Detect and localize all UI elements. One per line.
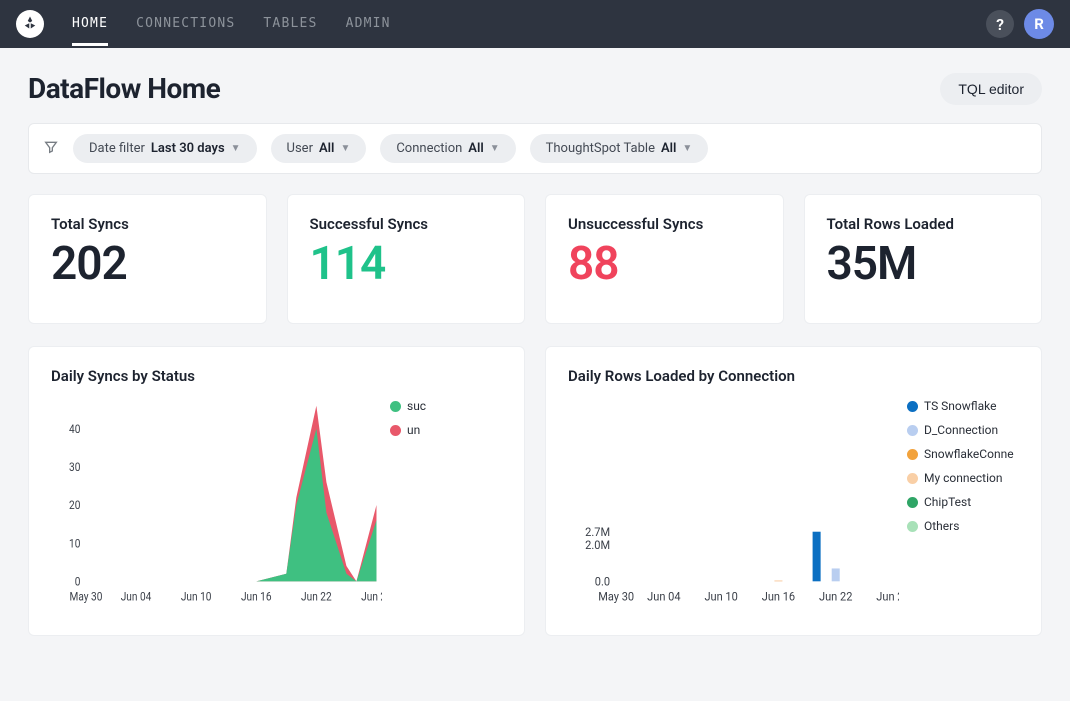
legend-dot-icon — [907, 425, 918, 436]
filter-table-value: All — [661, 141, 676, 156]
filter-table-label: ThoughtSpot Table — [546, 141, 655, 156]
legend-dot-icon — [907, 401, 918, 412]
legend-dot-icon — [390, 401, 401, 412]
nav-home[interactable]: HOME — [72, 2, 108, 46]
filter-date-label: Date filter — [89, 141, 145, 156]
legend-label: D_Connection — [924, 423, 998, 437]
legend-label: TS Snowflake — [924, 399, 996, 413]
legend-item[interactable]: My connection — [907, 471, 1019, 485]
card-value: 35M — [827, 241, 1020, 287]
card-label: Total Syncs — [51, 215, 244, 233]
card-label: Unsuccessful Syncs — [568, 215, 761, 233]
legend-label: un — [407, 423, 420, 437]
svg-text:0: 0 — [75, 575, 81, 589]
help-button[interactable]: ? — [986, 10, 1014, 38]
chart-legend: suc un — [382, 399, 502, 611]
svg-text:Jun 28: Jun 28 — [361, 590, 382, 604]
chevron-down-icon: ▼ — [231, 143, 241, 154]
chart-title: Daily Rows Loaded by Connection — [568, 367, 1019, 385]
legend-dot-icon — [907, 497, 918, 508]
nav-items: HOME CONNECTIONS TABLES ADMIN — [72, 2, 391, 46]
svg-text:0.0: 0.0 — [595, 574, 610, 588]
page-header: DataFlow Home TQL editor — [28, 72, 1042, 105]
card-successful-syncs[interactable]: Successful Syncs 114 — [287, 194, 526, 324]
legend-item[interactable]: un — [390, 423, 502, 437]
nav-admin[interactable]: ADMIN — [346, 2, 391, 46]
card-label: Successful Syncs — [310, 215, 503, 233]
svg-text:2.0M: 2.0M — [585, 538, 610, 552]
svg-text:Jun 04: Jun 04 — [647, 589, 681, 603]
legend-label: Others — [924, 519, 959, 533]
svg-text:2.7M: 2.7M — [585, 525, 610, 539]
filter-connection[interactable]: Connection All ▼ — [380, 134, 515, 163]
legend-dot-icon — [907, 521, 918, 532]
filter-date-value: Last 30 days — [151, 141, 225, 156]
chart-title: Daily Syncs by Status — [51, 367, 502, 385]
user-avatar[interactable]: R — [1024, 9, 1054, 39]
svg-text:Jun 16: Jun 16 — [762, 589, 795, 603]
legend-dot-icon — [907, 473, 918, 484]
legend-label: My connection — [924, 471, 1002, 485]
svg-text:40: 40 — [69, 422, 80, 436]
card-value: 88 — [568, 241, 761, 287]
chart-plot: 0 10 20 30 40 May 30 Jun 04 Jun 10 Jun 16 Jun 22 J… — [51, 399, 382, 611]
filter-bar: Date filter Last 30 days ▼ User All ▼ Co… — [28, 123, 1042, 174]
chart-legend: TS Snowflake D_Connection SnowflakeConne My… — [899, 399, 1019, 611]
chart-row: Daily Syncs by Status 0 10 20 30 40 May 30 Jun… — [28, 346, 1042, 636]
filter-user[interactable]: User All ▼ — [271, 134, 367, 163]
legend-label: ChipTest — [924, 495, 971, 509]
filter-connection-value: All — [468, 141, 483, 156]
chevron-down-icon: ▼ — [340, 143, 350, 154]
svg-text:Jun 22: Jun 22 — [819, 589, 852, 603]
legend-label: suc — [407, 399, 426, 413]
filter-table[interactable]: ThoughtSpot Table All ▼ — [530, 134, 709, 163]
svg-text:Jun 10: Jun 10 — [181, 590, 212, 604]
filter-user-label: User — [287, 141, 313, 156]
filter-icon — [43, 139, 59, 159]
top-nav: HOME CONNECTIONS TABLES ADMIN ? R — [0, 0, 1070, 48]
legend-dot-icon — [390, 425, 401, 436]
svg-text:10: 10 — [69, 537, 80, 551]
card-value: 114 — [310, 241, 503, 287]
svg-text:20: 20 — [69, 499, 80, 513]
svg-text:Jun 22: Jun 22 — [301, 590, 332, 604]
svg-text:May 30: May 30 — [69, 590, 102, 604]
card-rows-loaded[interactable]: Total Rows Loaded 35M — [804, 194, 1043, 324]
page-title: DataFlow Home — [28, 72, 220, 105]
legend-dot-icon — [907, 449, 918, 460]
chevron-down-icon: ▼ — [682, 143, 692, 154]
filter-user-value: All — [319, 141, 334, 156]
tql-editor-button[interactable]: TQL editor — [940, 73, 1042, 105]
svg-text:Jun 28: Jun 28 — [876, 589, 899, 603]
svg-text:Jun 04: Jun 04 — [121, 590, 152, 604]
legend-item[interactable]: Others — [907, 519, 1019, 533]
legend-item[interactable]: suc — [390, 399, 502, 413]
chart-plot: 0.0 2.0M2.7M May 30 Jun 04 Jun 10 Jun 16 Jun 2… — [568, 399, 899, 611]
legend-item[interactable]: TS Snowflake — [907, 399, 1019, 413]
logo-icon[interactable] — [16, 10, 44, 38]
legend-item[interactable]: ChipTest — [907, 495, 1019, 509]
card-label: Total Rows Loaded — [827, 215, 1020, 233]
card-unsuccessful-syncs[interactable]: Unsuccessful Syncs 88 — [545, 194, 784, 324]
svg-text:30: 30 — [69, 460, 80, 474]
svg-text:Jun 10: Jun 10 — [704, 589, 737, 603]
card-value: 202 — [51, 241, 244, 287]
filter-connection-label: Connection — [396, 141, 462, 156]
chart-daily-rows[interactable]: Daily Rows Loaded by Connection 0.0 2.0M2… — [545, 346, 1042, 636]
legend-item[interactable]: SnowflakeConne — [907, 447, 1019, 461]
metric-cards: Total Syncs 202 Successful Syncs 114 Uns… — [28, 194, 1042, 324]
nav-connections[interactable]: CONNECTIONS — [136, 2, 235, 46]
chevron-down-icon: ▼ — [490, 143, 500, 154]
filter-date[interactable]: Date filter Last 30 days ▼ — [73, 134, 257, 163]
chart-daily-syncs[interactable]: Daily Syncs by Status 0 10 20 30 40 May 30 Jun… — [28, 346, 525, 636]
legend-item[interactable]: D_Connection — [907, 423, 1019, 437]
svg-text:Jun 16: Jun 16 — [241, 590, 272, 604]
legend-label: SnowflakeConne — [924, 447, 1014, 461]
card-total-syncs[interactable]: Total Syncs 202 — [28, 194, 267, 324]
nav-tables[interactable]: TABLES — [263, 2, 317, 46]
svg-text:May 30: May 30 — [598, 589, 634, 603]
